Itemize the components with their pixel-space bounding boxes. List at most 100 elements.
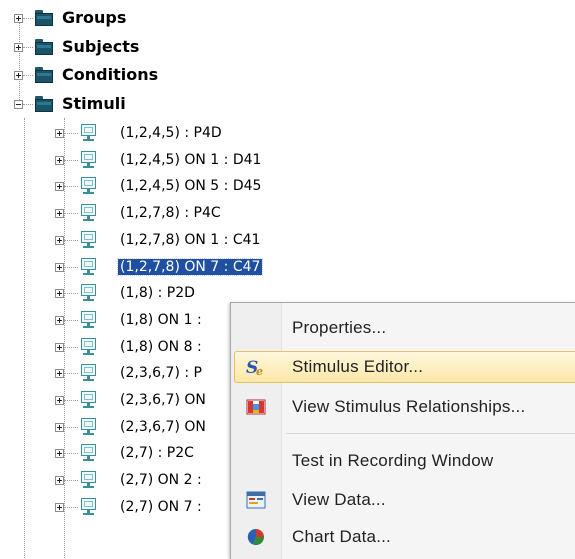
tree-item-label: (1,2,7,8) : P4C [120,205,221,221]
tree-item-label: (2,3,6,7) : P [120,365,202,381]
tree-item-groups[interactable]: Groups [0,5,200,31]
menu-separator [286,433,575,434]
menu-item-view-data[interactable]: View Data... [231,482,575,518]
tree-item-label: (2,3,6,7) ON [120,392,206,408]
tree-item-stimulus[interactable]: (2,7) ON 2 : [0,468,230,494]
stimulus-monitor-icon [79,176,99,196]
tree-connector [64,293,78,294]
menu-item-test-in-recording-window[interactable]: Test in Recording Window [231,443,575,479]
context-menu[interactable]: Properties... S e Stimulus Editor... Vie… [230,302,575,559]
stimulus-editor-icon: S e [246,358,263,377]
tree-item-label: (1,8) ON 8 : [120,339,202,355]
stimulus-monitor-icon [79,123,99,143]
stimulus-monitor-icon [79,203,99,223]
tree-connector [64,373,78,374]
expand-icon[interactable] [55,503,64,512]
tree-item-stimulus[interactable]: (1,2,7,8) ON 1 : C41 [0,228,260,254]
tree-item-stimulus[interactable]: (2,3,6,7) : P [0,361,230,387]
collapse-icon[interactable] [14,100,23,109]
tree-connector [23,18,33,19]
stimulus-monitor-icon [79,390,99,410]
tree-connector [64,240,78,241]
expand-icon[interactable] [55,343,64,352]
tree-item-label: (1,2,4,5) : P4D [120,125,222,141]
stimulus-monitor-icon [79,497,99,517]
expand-icon[interactable] [55,209,64,218]
tree-item-subjects[interactable]: Subjects [0,34,200,60]
expand-icon[interactable] [55,263,64,272]
tree-item-stimulus[interactable]: (1,2,4,5) ON 5 : D45 [0,174,261,200]
tree-item-stimulus[interactable]: (2,3,6,7) ON [0,388,230,414]
menu-item-stimulus-editor[interactable]: S e Stimulus Editor... [231,349,575,385]
tree-connector [64,320,78,321]
folder-icon [34,38,54,56]
expand-icon[interactable] [55,449,64,458]
expand-icon[interactable] [55,369,64,378]
tree-item-label: (2,3,6,7) ON [120,419,206,435]
tree-connector [23,75,33,76]
expand-icon[interactable] [14,43,23,52]
tree-item-stimulus[interactable]: (2,3,6,7) ON [0,415,230,441]
expand-icon[interactable] [55,396,64,405]
tree-item-label: (1,2,7,8) ON 1 : C41 [120,232,261,248]
menu-item-chart-data[interactable]: Chart Data... [231,519,575,555]
tree-item-conditions[interactable]: Conditions [0,62,200,88]
tree-item-label: Subjects [62,37,140,56]
tree-item-label: (1,2,4,5) ON 5 : D45 [120,178,262,194]
tree-connector [64,453,78,454]
view-data-icon [246,491,266,509]
expand-icon[interactable] [55,316,64,325]
tree-connector [64,133,78,134]
menu-item-label: Test in Recording Window [292,451,494,470]
folder-icon [34,9,54,27]
tree-item-label: (2,7) : P2C [120,445,194,461]
tree-item-label: Stimuli [62,94,126,113]
tree-item-stimulus[interactable]: (1,8) ON 1 : [0,308,230,334]
expand-icon[interactable] [55,129,64,138]
stimulus-monitor-icon [79,310,99,330]
tree-connector [64,400,78,401]
tree-item-stimulus[interactable]: (1,8) ON 8 : [0,335,230,361]
expand-icon[interactable] [55,156,64,165]
tree-connector [64,347,78,348]
tree-item-stimulus[interactable]: (1,2,4,5) : P4D [0,121,230,147]
stimulus-monitor-icon [79,337,99,357]
expand-icon[interactable] [14,71,23,80]
tree-item-stimulus[interactable]: (1,2,7,8) : P4C [0,201,230,227]
expand-icon[interactable] [14,14,23,23]
expand-icon[interactable] [55,236,64,245]
stimulus-monitor-icon [79,230,99,250]
expand-icon[interactable] [55,476,64,485]
tree-connector [64,213,78,214]
tree-connector [64,186,78,187]
tree-item-stimulus[interactable]: (1,2,7,8) ON 7 : C47 [0,255,264,281]
tree-item-label: Groups [62,8,127,27]
tree-item-label: (1,8) ON 1 : [120,312,202,328]
tree-item-label: (2,7) ON 7 : [120,499,202,515]
stimulus-monitor-icon [79,470,99,490]
tree-connector [64,480,78,481]
menu-item-view-stimulus-relationships[interactable]: View Stimulus Relationships... [231,389,575,425]
tree-item-stimulus[interactable]: (2,7) ON 7 : [0,495,230,521]
relationships-icon [246,399,266,415]
menu-item-label: View Stimulus Relationships... [292,397,526,416]
menu-item-label: Stimulus Editor... [292,357,424,376]
expand-icon[interactable] [55,289,64,298]
expand-icon[interactable] [55,182,64,191]
tree-item-stimulus[interactable]: (2,7) : P2C [0,441,230,467]
tree-item-stimulus[interactable]: (1,8) : P2D [0,281,230,307]
tree-connector [64,267,78,268]
stimulus-monitor-icon [79,283,99,303]
menu-item-properties[interactable]: Properties... [231,310,575,346]
tree-connector [64,427,78,428]
tree-item-label: (1,2,7,8) ON 7 : C47 [116,258,264,276]
svg-text:e: e [256,365,263,377]
tree-item-stimulus[interactable]: (1,2,4,5) ON 1 : D41 [0,148,261,174]
tree-item-stimuli[interactable]: Stimuli [0,91,200,117]
tree-item-label: (1,2,4,5) ON 1 : D41 [120,152,262,168]
tree-connector [64,160,78,161]
stimulus-monitor-icon [79,150,99,170]
tree-item-label: (1,8) : P2D [120,285,195,301]
menu-item-label: Chart Data... [292,527,391,546]
expand-icon[interactable] [55,423,64,432]
